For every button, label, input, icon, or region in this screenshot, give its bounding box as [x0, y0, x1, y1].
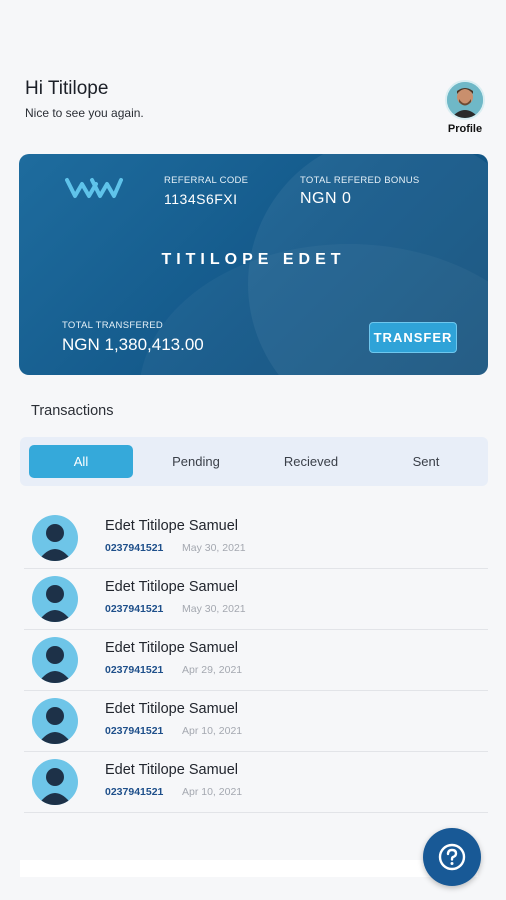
- tab-pending[interactable]: Pending: [144, 445, 248, 478]
- user-avatar-icon: [32, 698, 78, 744]
- transaction-account: 0237941521: [105, 603, 164, 615]
- transaction-row[interactable]: Edet Titilope Samuel 0237941521 Apr 10, …: [24, 691, 488, 752]
- transaction-row[interactable]: Edet Titilope Samuel 0237941521 May 30, …: [24, 569, 488, 630]
- referral-code-label: REFERRAL CODE: [164, 175, 249, 186]
- brand-logo-icon: [65, 176, 123, 207]
- greeting-subtitle: Nice to see you again.: [25, 106, 144, 120]
- transaction-date: May 30, 2021: [182, 603, 246, 615]
- account-card: REFERRAL CODE 1134S6FXI TOTAL REFERED BO…: [19, 154, 488, 375]
- total-transferred-label: TOTAL TRANSFERED: [62, 320, 164, 331]
- transaction-row[interactable]: Edet Titilope Samuel 0237941521 May 30, …: [24, 508, 488, 569]
- card-holder-name: TITILOPE EDET: [161, 251, 346, 268]
- transactions-title: Transactions: [31, 403, 114, 419]
- tab-all[interactable]: All: [29, 445, 133, 478]
- tab-received[interactable]: Recieved: [259, 445, 363, 478]
- bonus-label: TOTAL REFERED BONUS: [300, 175, 420, 186]
- transaction-account: 0237941521: [105, 786, 164, 798]
- transaction-date: May 30, 2021: [182, 542, 246, 554]
- transaction-account: 0237941521: [105, 664, 164, 676]
- bonus-value: NGN 0: [300, 190, 352, 207]
- help-button[interactable]: [423, 828, 481, 886]
- transaction-row[interactable]: Edet Titilope Samuel 0237941521 Apr 29, …: [24, 630, 488, 691]
- transaction-date: Apr 10, 2021: [182, 725, 243, 737]
- profile-label[interactable]: Profile: [442, 123, 488, 135]
- greeting-title: Hi Titilope: [25, 78, 109, 99]
- transaction-row[interactable]: Edet Titilope Samuel 0237941521 Apr 10, …: [24, 752, 488, 813]
- bottom-bar: [20, 860, 478, 877]
- transaction-name: Edet Titilope Samuel: [105, 701, 238, 717]
- transaction-name: Edet Titilope Samuel: [105, 518, 238, 534]
- profile-avatar[interactable]: [445, 80, 485, 120]
- transaction-name: Edet Titilope Samuel: [105, 579, 238, 595]
- transaction-date: Apr 29, 2021: [182, 664, 243, 676]
- greeting-block: Hi Titilope Nice to see you again.: [25, 78, 144, 120]
- transaction-date: Apr 10, 2021: [182, 786, 243, 798]
- profile-button[interactable]: Profile: [442, 80, 488, 135]
- user-avatar-icon: [32, 576, 78, 622]
- help-icon: [438, 843, 466, 871]
- transaction-account: 0237941521: [105, 725, 164, 737]
- transfer-button[interactable]: TRANSFER: [369, 322, 457, 353]
- transaction-account: 0237941521: [105, 542, 164, 554]
- user-avatar-icon: [32, 759, 78, 805]
- transaction-tabs: All Pending Recieved Sent: [20, 437, 488, 486]
- referral-code-value: 1134S6FXI: [164, 191, 238, 207]
- transaction-name: Edet Titilope Samuel: [105, 762, 238, 778]
- tab-sent[interactable]: Sent: [374, 445, 478, 478]
- user-avatar-icon: [32, 515, 78, 561]
- user-avatar-icon: [32, 637, 78, 683]
- total-transferred-value: NGN 1,380,413.00: [62, 335, 204, 354]
- transaction-list: Edet Titilope Samuel 0237941521 May 30, …: [24, 508, 488, 813]
- transaction-name: Edet Titilope Samuel: [105, 640, 238, 656]
